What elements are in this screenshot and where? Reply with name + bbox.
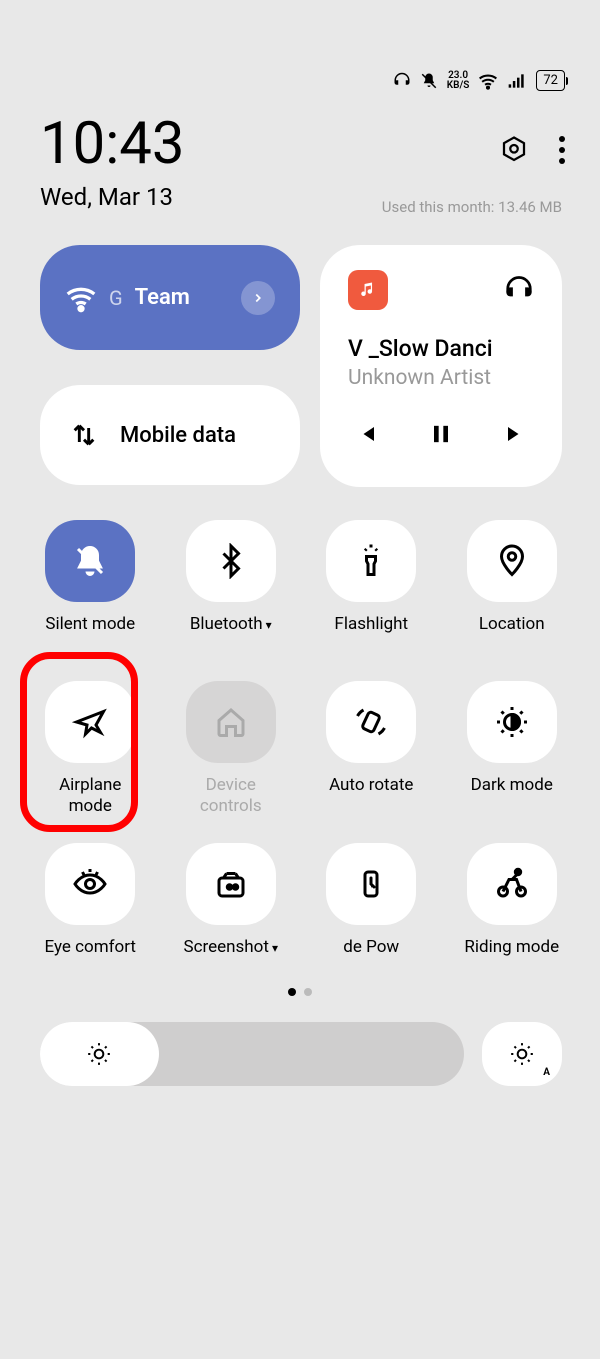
wifi-expand-button[interactable] (241, 281, 275, 315)
wifi-toggle[interactable]: G Team (40, 245, 300, 350)
auto-rotate-toggle[interactable]: Auto rotate (321, 681, 422, 818)
power-toggle[interactable]: de Pow (321, 843, 422, 979)
mobile-data-label: Mobile data (120, 423, 236, 448)
wifi-icon (65, 282, 97, 314)
status-bar: 23.0KB/S 72 (393, 70, 565, 91)
clock: 10:43 (40, 110, 565, 178)
device-controls-toggle[interactable]: Device controls (181, 681, 282, 818)
wifi-network-name: Team (135, 285, 229, 310)
page-indicator[interactable] (288, 988, 312, 996)
media-artist: Unknown Artist (348, 366, 534, 390)
auto-brightness-toggle[interactable]: A (482, 1022, 562, 1086)
settings-icon[interactable] (499, 135, 529, 165)
headphones-icon[interactable] (504, 275, 534, 305)
quick-settings-grid: Silent mode Bluetooth▾ Flashlight Locati… (40, 520, 562, 979)
previous-track-button[interactable] (353, 420, 381, 448)
riding-mode-toggle[interactable]: Riding mode (462, 843, 563, 979)
more-icon[interactable] (559, 136, 565, 164)
brightness-slider[interactable] (40, 1022, 464, 1086)
bluetooth-toggle[interactable]: Bluetooth▾ (181, 520, 282, 656)
battery-indicator: 72 (536, 70, 565, 91)
headphones-icon (393, 72, 411, 90)
auto-brightness-icon (509, 1041, 535, 1067)
media-track-title: V _Slow Danci (348, 335, 534, 362)
mute-icon (420, 72, 438, 90)
chevron-right-icon (251, 291, 265, 305)
wifi-icon (478, 71, 498, 91)
play-pause-button[interactable] (427, 420, 455, 448)
brightness-icon (86, 1041, 112, 1067)
mobile-data-icon (70, 421, 98, 449)
flashlight-toggle[interactable]: Flashlight (321, 520, 422, 656)
airplane-mode-toggle[interactable]: Airplane mode (40, 681, 141, 818)
music-app-icon (348, 270, 388, 310)
signal-icon (507, 71, 527, 91)
mobile-data-toggle[interactable]: Mobile data (40, 385, 300, 485)
next-track-button[interactable] (501, 420, 529, 448)
silent-mode-toggle[interactable]: Silent mode (40, 520, 141, 656)
wifi-prefix: G (109, 286, 123, 310)
location-toggle[interactable]: Location (462, 520, 563, 656)
eye-comfort-toggle[interactable]: Eye comfort (40, 843, 141, 979)
network-speed: 23.0KB/S (447, 71, 470, 91)
screenshot-button[interactable]: Screenshot▾ (181, 843, 282, 979)
dark-mode-toggle[interactable]: Dark mode (462, 681, 563, 818)
data-usage: Used this month: 13.46 MB (382, 198, 562, 216)
media-player[interactable]: V _Slow Danci Unknown Artist (320, 245, 562, 487)
